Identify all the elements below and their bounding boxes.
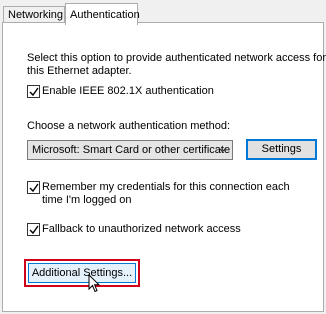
method-prompt: Choose a network authentication method: (27, 120, 231, 132)
network-properties-dialog: Networking Authentication Select this op… (0, 0, 326, 314)
tab-networking[interactable]: Networking (3, 6, 65, 23)
mouse-pointer-icon (88, 274, 100, 293)
enable-8021x-label[interactable]: Enable IEEE 802.1X authentication (42, 85, 214, 98)
checkmark-icon (29, 183, 39, 193)
additional-settings-button[interactable]: Additional Settings... (28, 263, 136, 283)
additional-settings-button-label: Additional Settings... (31, 267, 133, 279)
tab-authentication[interactable]: Authentication (65, 3, 140, 25)
checkmark-icon (29, 87, 39, 97)
remember-credentials-label-line-1[interactable]: Remember my credentials for this connect… (42, 181, 290, 194)
tab-authentication-label: Authentication (70, 9, 140, 21)
authentication-method-value: Microsoft: Smart Card or other certifica… (32, 144, 231, 156)
settings-button[interactable]: Settings (246, 139, 317, 160)
chevron-down-icon (218, 147, 227, 153)
fallback-checkbox[interactable] (27, 223, 40, 236)
settings-button-label: Settings (261, 143, 302, 155)
tab-networking-label: Networking (8, 9, 64, 21)
remember-credentials-label-line-2[interactable]: time I'm logged on (42, 194, 132, 207)
remember-credentials-checkbox[interactable] (27, 181, 40, 194)
description-line-1: Select this option to provide authentica… (27, 52, 326, 64)
authentication-method-select[interactable]: Microsoft: Smart Card or other certifica… (27, 140, 233, 160)
enable-8021x-checkbox[interactable] (27, 85, 40, 98)
description-line-2: this Ethernet adapter. (27, 65, 132, 77)
fallback-label[interactable]: Fallback to unauthorized network access (42, 223, 241, 236)
checkmark-icon (29, 225, 39, 235)
